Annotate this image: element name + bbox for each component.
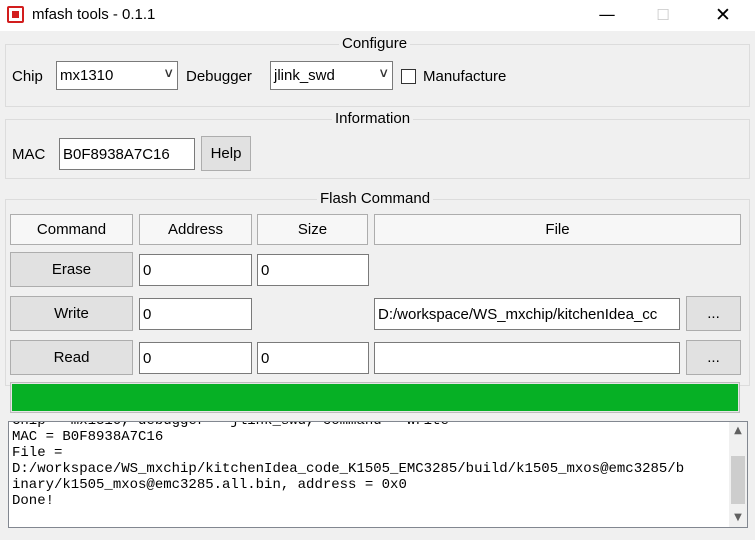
- close-button[interactable]: ✕: [700, 0, 746, 31]
- read-button-label: Read: [53, 349, 90, 366]
- erase-button[interactable]: Erase: [10, 252, 133, 287]
- scrollbar-thumb[interactable]: [731, 456, 745, 504]
- chevron-down-icon: ∨: [378, 66, 390, 81]
- log-text: Chip = mx1310, debugger = jlink_swd, com…: [12, 421, 685, 509]
- window-title: mfash tools - 0.1.1: [32, 6, 156, 23]
- write-address-value: 0: [143, 306, 152, 323]
- chevron-down-icon: ∨: [163, 66, 175, 81]
- write-file-input[interactable]: D:/workspace/WS_mxchip/kitchenIdea_cc: [374, 298, 680, 330]
- write-browse-button[interactable]: ...: [686, 296, 741, 331]
- chip-select-value: mx1310: [60, 67, 114, 84]
- debugger-label: Debugger: [186, 68, 252, 85]
- read-file-input[interactable]: [374, 342, 680, 374]
- write-browse-label: ...: [707, 305, 720, 322]
- read-button[interactable]: Read: [10, 340, 133, 375]
- chip-select[interactable]: mx1310 ∨: [56, 61, 178, 90]
- maximize-button[interactable]: ☐: [640, 0, 686, 31]
- erase-size-input[interactable]: 0: [257, 254, 369, 286]
- read-browse-button[interactable]: ...: [686, 340, 741, 375]
- log-output[interactable]: Chip = mx1310, debugger = jlink_swd, com…: [8, 421, 748, 528]
- scroll-up-icon[interactable]: ▲: [729, 422, 747, 440]
- help-button-label: Help: [210, 145, 242, 162]
- read-browse-label: ...: [707, 349, 720, 366]
- progress-bar: [10, 382, 740, 413]
- help-button[interactable]: Help: [201, 136, 251, 171]
- log-scrollbar[interactable]: ▲ ▼: [729, 422, 747, 527]
- column-header-size: Size: [257, 214, 368, 245]
- mac-label: MAC: [12, 146, 46, 163]
- minimize-button[interactable]: —: [584, 0, 630, 31]
- column-header-address: Address: [139, 214, 252, 245]
- erase-size-value: 0: [261, 262, 270, 279]
- column-header-command: Command: [10, 214, 133, 245]
- write-file-value: D:/workspace/WS_mxchip/kitchenIdea_cc: [378, 306, 658, 323]
- erase-button-label: Erase: [51, 261, 92, 278]
- manufacture-checkbox[interactable]: [401, 69, 416, 84]
- main-window: Configure Chip mx1310 ∨ Debugger jlink_s…: [0, 31, 755, 540]
- title-bar: mfash tools - 0.1.1 — ☐ ✕: [0, 0, 755, 31]
- manufacture-label[interactable]: Manufacture: [423, 68, 506, 85]
- read-address-value: 0: [143, 350, 152, 367]
- flash-command-group-title: Flash Command: [317, 190, 434, 207]
- erase-address-input[interactable]: 0: [139, 254, 252, 286]
- progress-bar-fill: [12, 384, 738, 411]
- write-button[interactable]: Write: [10, 296, 133, 331]
- chip-label: Chip: [12, 68, 43, 85]
- write-button-label: Write: [54, 305, 89, 322]
- mac-input-value: B0F8938A7C16: [63, 146, 170, 163]
- debugger-select-value: jlink_swd: [274, 67, 335, 84]
- read-address-input[interactable]: 0: [139, 342, 252, 374]
- configure-group-title: Configure: [339, 35, 411, 52]
- mac-input[interactable]: B0F8938A7C16: [59, 138, 195, 170]
- read-size-input[interactable]: 0: [257, 342, 369, 374]
- column-header-file: File: [374, 214, 741, 245]
- information-group-title: Information: [332, 110, 414, 127]
- read-size-value: 0: [261, 350, 270, 367]
- write-address-input[interactable]: 0: [139, 298, 252, 330]
- app-chip-icon: [7, 6, 24, 23]
- erase-address-value: 0: [143, 262, 152, 279]
- debugger-select[interactable]: jlink_swd ∨: [270, 61, 393, 90]
- scroll-down-icon[interactable]: ▼: [729, 509, 747, 527]
